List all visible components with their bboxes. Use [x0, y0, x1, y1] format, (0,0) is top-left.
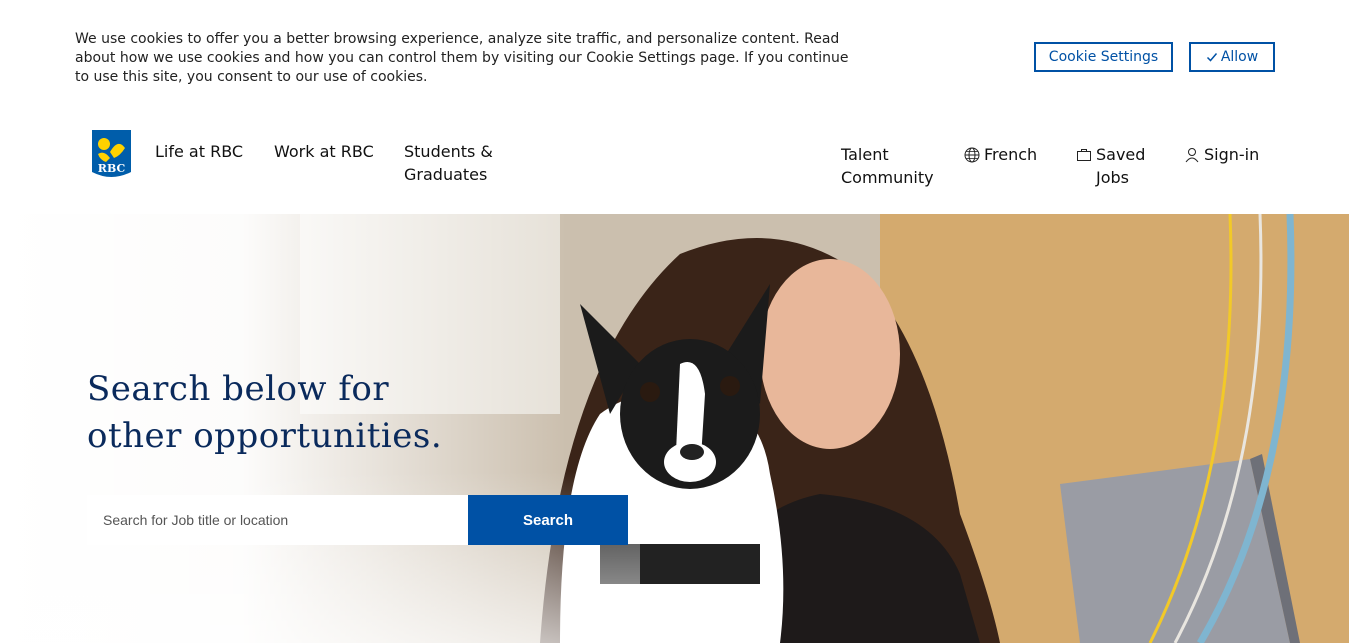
nav-sign-in[interactable]: Sign-in	[1184, 143, 1259, 166]
cookie-message: We use cookies to offer you a better bro…	[75, 31, 849, 85]
cookie-settings-button[interactable]: Cookie Settings	[1034, 42, 1173, 72]
rbc-logo[interactable]: RBC	[90, 128, 133, 182]
cookie-banner: We use cookies to offer you a better bro…	[0, 0, 1366, 108]
hero-title: Search below for other opportunities.	[87, 366, 442, 460]
user-icon	[1185, 147, 1199, 162]
sign-in-label: Sign-in	[1204, 145, 1260, 164]
check-icon	[1206, 53, 1217, 62]
search-button[interactable]: Search	[468, 495, 628, 545]
hero-title-line-1: Search below for	[87, 369, 390, 409]
logo-text: RBC	[98, 162, 126, 175]
nav-talent-community[interactable]: Talent Community	[841, 143, 941, 189]
language-toggle[interactable]: French	[964, 143, 1037, 166]
nav-work-at-rbc[interactable]: Work at RBC	[274, 140, 374, 163]
nav-saved-jobs[interactable]: Saved Jobs	[1076, 143, 1152, 189]
job-search-input[interactable]	[87, 495, 468, 545]
allow-label: Allow	[1220, 49, 1259, 65]
briefcase-icon	[1077, 149, 1091, 161]
nav-students-graduates[interactable]: Students & Graduates	[404, 140, 514, 186]
hero-section: Search below for other opportunities. Se…	[0, 214, 1349, 643]
nav-life-at-rbc[interactable]: Life at RBC	[155, 140, 243, 163]
site-header: RBC Life at RBC Work at RBC Students & G…	[0, 108, 1366, 214]
language-label: French	[984, 145, 1038, 164]
allow-cookies-button[interactable]: Allow	[1189, 42, 1275, 72]
hero-title-line-2: other opportunities.	[87, 416, 443, 456]
saved-jobs-label: Saved Jobs	[1096, 145, 1146, 187]
globe-icon	[964, 147, 980, 162]
